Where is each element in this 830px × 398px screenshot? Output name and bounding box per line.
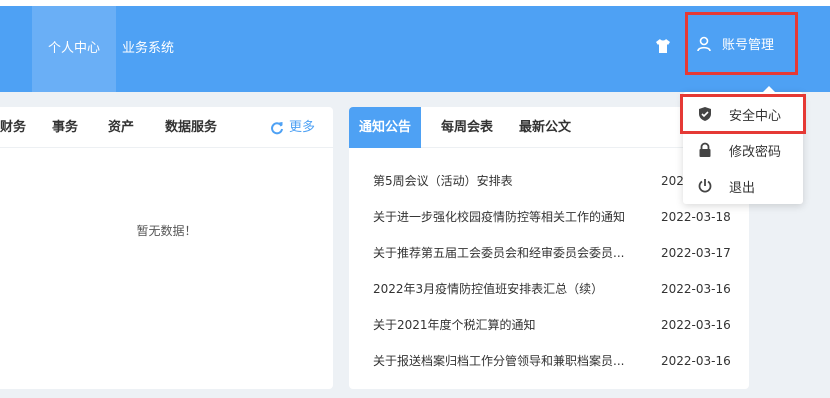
menu-item-label: 安全中心: [729, 108, 782, 124]
notice-date: 2022-03-16: [661, 282, 731, 296]
dropdown-caret: [763, 86, 775, 92]
account-management-button[interactable]: 账号管理: [685, 12, 798, 75]
tab-assets[interactable]: 资产: [108, 107, 134, 148]
nav-item-personal-center[interactable]: 个人中心: [32, 6, 117, 92]
left-panel-tabs: 财务 事务 资产 数据服务 更多: [0, 107, 333, 148]
tab-weekly-meetings[interactable]: 每周会表: [441, 107, 493, 148]
menu-item-change-password[interactable]: 修改密码: [683, 132, 803, 168]
shield-icon: [699, 107, 711, 121]
tab-finance[interactable]: 财务: [0, 107, 26, 148]
account-dropdown-menu: 安全中心 修改密码 退出: [680, 86, 806, 204]
notice-row[interactable]: 关于报送档案归档工作分管领导和兼职档案员... 2022-03-16: [349, 343, 749, 379]
notice-title[interactable]: 2022年3月疫情防控值班安排表汇总（续）: [373, 271, 653, 307]
menu-item-security-center[interactable]: 安全中心: [680, 94, 806, 134]
refresh-icon: [271, 121, 283, 134]
notice-row[interactable]: 关于进一步强化校园疫情防控等相关工作的通知 2022-03-18: [349, 199, 749, 235]
notice-date: 2022-03-16: [661, 354, 731, 368]
more-label: 更多: [289, 120, 316, 135]
notice-row[interactable]: 关于2021年度个税汇算的通知 2022-03-16: [349, 307, 749, 343]
lock-icon: [699, 142, 711, 157]
notice-title[interactable]: 关于推荐第五届工会委员会和经审委员会委员...: [373, 235, 653, 271]
notice-date: 2022-03-17: [661, 246, 731, 260]
notice-date: 2022-03-16: [661, 318, 731, 332]
notice-title[interactable]: 关于进一步强化校园疫情防控等相关工作的通知: [373, 199, 653, 235]
menu-item-logout[interactable]: 退出: [683, 168, 803, 204]
notice-row[interactable]: 2022年3月疫情防控值班安排表汇总（续） 2022-03-16: [349, 271, 749, 307]
left-panel: 财务 事务 资产 数据服务 更多 暂无数据！: [0, 107, 333, 389]
notice-row[interactable]: 关于推荐第五届工会委员会和经审委员会委员... 2022-03-17: [349, 235, 749, 271]
more-link[interactable]: 更多: [270, 107, 315, 148]
top-nav-bar: 个人中心 业务系统 账号管理: [0, 0, 830, 92]
user-icon: [697, 36, 711, 51]
notice-title[interactable]: 关于2021年度个税汇算的通知: [373, 307, 653, 343]
notice-title[interactable]: 关于报送档案归档工作分管领导和兼职档案员...: [373, 343, 653, 379]
empty-state-text: 暂无数据！: [136, 224, 197, 238]
notice-title[interactable]: 第5周会议（活动）安排表: [373, 163, 653, 199]
tab-latest-documents[interactable]: 最新公文: [519, 107, 571, 148]
tab-notices[interactable]: 通知公告: [349, 107, 422, 148]
tab-affairs[interactable]: 事务: [52, 107, 78, 148]
notice-date: 2022-03-18: [661, 210, 731, 224]
menu-item-label: 修改密码: [729, 144, 782, 160]
menu-item-label: 退出: [729, 180, 756, 196]
shirt-icon[interactable]: [655, 38, 671, 54]
account-label: 账号管理: [722, 38, 775, 53]
power-icon: [698, 179, 712, 193]
tab-data-service[interactable]: 数据服务: [165, 107, 217, 148]
nav-item-business-system[interactable]: 业务系统: [106, 6, 190, 92]
